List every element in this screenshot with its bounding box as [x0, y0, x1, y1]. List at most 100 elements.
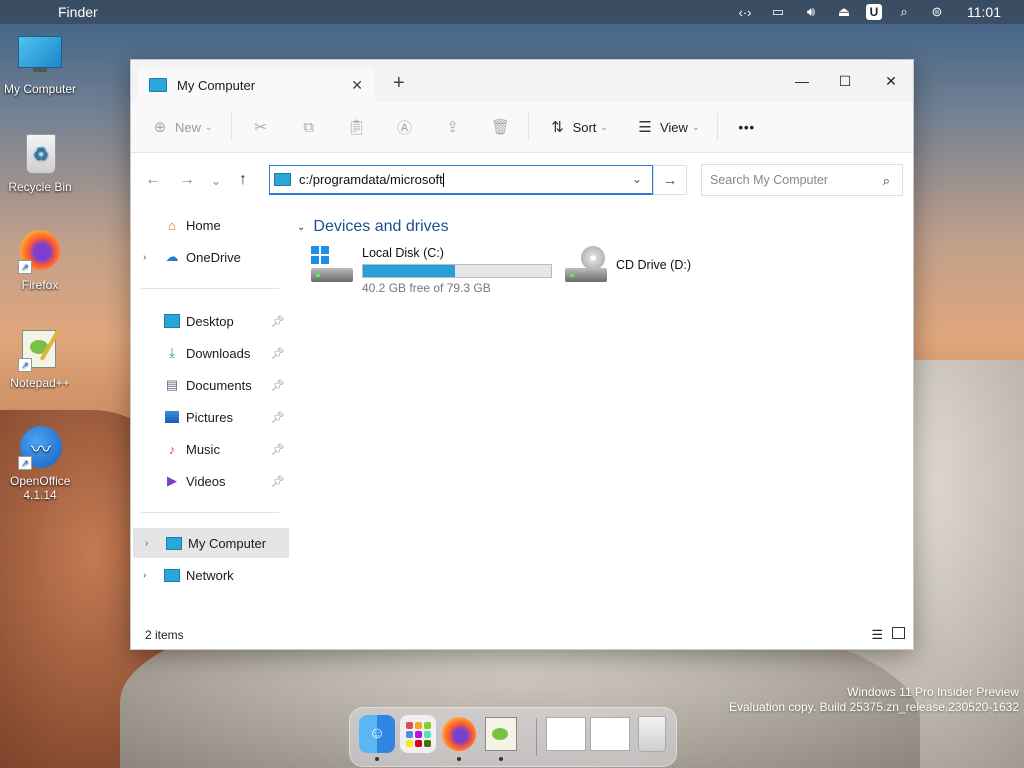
pin-icon[interactable]: 📌︎: [271, 347, 285, 360]
user-badge-icon[interactable]: U: [866, 4, 882, 20]
running-indicator: [499, 757, 503, 761]
desktop-icon-label: OpenOffice 4.1.14: [10, 474, 71, 502]
sidebar-item-onedrive[interactable]: › ☁ OneDrive: [131, 242, 287, 272]
share-icon: ⇪: [446, 119, 459, 136]
chevron-right-icon[interactable]: ›: [143, 252, 146, 263]
sidebar-item-desktop[interactable]: Desktop 📌︎: [131, 306, 287, 336]
eject-icon[interactable]: ⏏: [833, 4, 855, 20]
sidebar-item-downloads[interactable]: ⤓ Downloads 📌︎: [131, 338, 287, 368]
desktop-icon-openoffice[interactable]: 〰 ↗ OpenOffice 4.1.14: [0, 426, 80, 502]
volume-icon[interactable]: 🔊︎: [800, 4, 822, 20]
network-icon: [164, 568, 180, 582]
delete-button[interactable]: 🗑︎: [491, 118, 510, 136]
chevron-down-icon[interactable]: ⌄: [632, 172, 642, 186]
go-arrow-button[interactable]: →: [653, 165, 687, 195]
chevron-right-icon[interactable]: ›: [143, 570, 146, 581]
up-arrow-icon[interactable]: ↑: [239, 171, 247, 189]
search-icon[interactable]: ⌕: [893, 4, 915, 20]
sidebar-item-videos[interactable]: ▶ Videos 📌︎: [131, 466, 287, 496]
desktop-icon-recycle-bin[interactable]: ♻ Recycle Bin: [0, 132, 80, 194]
copy-button[interactable]: ⧉: [300, 118, 318, 136]
toolbar-divider: [527, 113, 529, 141]
dock-trash[interactable]: [634, 715, 670, 753]
desktop-icon-label: My Computer: [3, 82, 77, 96]
tab-my-computer[interactable]: My Computer ✕: [137, 68, 375, 102]
code-icon[interactable]: ‹·›: [734, 4, 756, 20]
sidebar-item-pictures[interactable]: Pictures 📌︎: [131, 402, 287, 432]
firefox-icon: [442, 717, 476, 751]
share-button[interactable]: ⇪: [444, 118, 462, 136]
title-bar: My Computer ✕ + — ☐ ✕: [131, 60, 913, 102]
dock-finder[interactable]: ☺: [359, 715, 395, 761]
recent-locations-chevron-icon[interactable]: ⌄: [211, 174, 221, 188]
minimize-button[interactable]: —: [779, 68, 825, 94]
finder-icon: ☺: [368, 725, 386, 742]
drive-item-d[interactable]: CD Drive (D:): [565, 246, 691, 282]
paste-button[interactable]: 📋︎: [347, 118, 366, 136]
active-app-name[interactable]: Finder: [58, 4, 98, 20]
forward-arrow-icon[interactable]: →: [179, 171, 195, 189]
sort-icon: ⇅: [551, 119, 564, 136]
monitor-icon: [18, 34, 62, 78]
search-input[interactable]: Search My Computer ⌕: [701, 164, 903, 196]
running-indicator: [375, 757, 379, 761]
window-thumbnail-icon: [546, 717, 586, 751]
sidebar-item-documents[interactable]: ▤ Documents 📌︎: [131, 370, 287, 400]
tab-close-icon[interactable]: ✕: [351, 77, 363, 94]
maximize-button[interactable]: ☐: [822, 68, 868, 94]
drive-name: CD Drive (D:): [616, 258, 691, 272]
openoffice-icon: 〰 ↗: [18, 426, 62, 470]
firefox-icon: ↗: [18, 230, 62, 274]
sidebar-item-home[interactable]: ⌂ Home: [131, 210, 287, 240]
windows-logo-icon: [311, 246, 329, 264]
control-center-icon[interactable]: ⊜: [926, 4, 948, 20]
window-thumbnail-icon: [590, 717, 630, 751]
dock-window-thumbnail-2[interactable]: [590, 715, 630, 753]
toolbar-divider: [717, 113, 719, 141]
dock-firefox[interactable]: [441, 715, 477, 761]
sidebar-item-music[interactable]: ♪ Music 📌︎: [131, 434, 287, 464]
display-icon[interactable]: ▭: [767, 4, 789, 20]
view-button[interactable]: ☰ View ⌄: [636, 118, 699, 136]
address-bar[interactable]: c:/programdata/microsoft ⌄: [269, 165, 653, 195]
file-view: ⌄ Devices and drives Local Disk (C:) 40.…: [291, 208, 913, 628]
pin-icon[interactable]: 📌︎: [271, 379, 285, 392]
pin-icon[interactable]: 📌︎: [271, 315, 285, 328]
drive-item-c[interactable]: Local Disk (C:) 40.2 GB free of 79.3 GB: [311, 246, 552, 295]
document-icon: ▤: [165, 377, 179, 392]
dock-separator: [536, 718, 537, 756]
chevron-right-icon[interactable]: ›: [145, 538, 148, 549]
home-icon: ⌂: [168, 217, 176, 233]
rename-button[interactable]: Ⓐ: [396, 118, 414, 137]
desktop-icon-notepadpp[interactable]: ↗ Notepad++: [0, 328, 80, 390]
running-indicator: [457, 757, 461, 761]
back-arrow-icon[interactable]: ←: [145, 171, 161, 189]
pin-icon[interactable]: 📌︎: [271, 411, 285, 424]
new-tab-button[interactable]: +: [393, 72, 405, 95]
dock-launchpad[interactable]: [400, 715, 436, 753]
details-view-icon[interactable]: ☰: [871, 627, 883, 643]
pin-icon[interactable]: 📌︎: [271, 443, 285, 456]
pin-icon[interactable]: 📌︎: [271, 475, 285, 488]
notepadpp-icon: ↗: [18, 328, 62, 372]
view-list-icon: ☰: [638, 119, 652, 136]
sort-button[interactable]: ⇅ Sort ⌄: [549, 118, 608, 136]
more-options-button[interactable]: •••: [738, 120, 755, 135]
new-button[interactable]: ⊕ New ⌄: [151, 118, 213, 136]
desktop-icon-firefox[interactable]: ↗ Firefox: [0, 230, 80, 292]
chevron-down-icon[interactable]: ⌄: [297, 222, 305, 233]
desktop-icon-label: Notepad++: [10, 376, 70, 390]
tiles-view-icon[interactable]: [892, 627, 905, 639]
cloud-icon: ☁: [165, 249, 179, 264]
dock-window-thumbnail-1[interactable]: [546, 715, 586, 753]
desktop-icon-my-computer[interactable]: My Computer: [0, 34, 80, 96]
close-window-button[interactable]: ✕: [868, 68, 914, 94]
sidebar-item-network[interactable]: › Network: [131, 560, 287, 590]
drive-free-space: 40.2 GB free of 79.3 GB: [362, 281, 491, 295]
sidebar-item-my-computer[interactable]: › My Computer: [133, 528, 289, 558]
clock[interactable]: 11:01: [967, 4, 1001, 20]
cut-button[interactable]: ✂: [252, 118, 270, 136]
group-header-devices[interactable]: ⌄ Devices and drives: [297, 218, 449, 236]
explorer-window: My Computer ✕ + — ☐ ✕ ⊕ New ⌄ ✂ ⧉ 📋︎ Ⓐ ⇪…: [130, 59, 914, 650]
dock-notepadpp[interactable]: [483, 715, 519, 761]
